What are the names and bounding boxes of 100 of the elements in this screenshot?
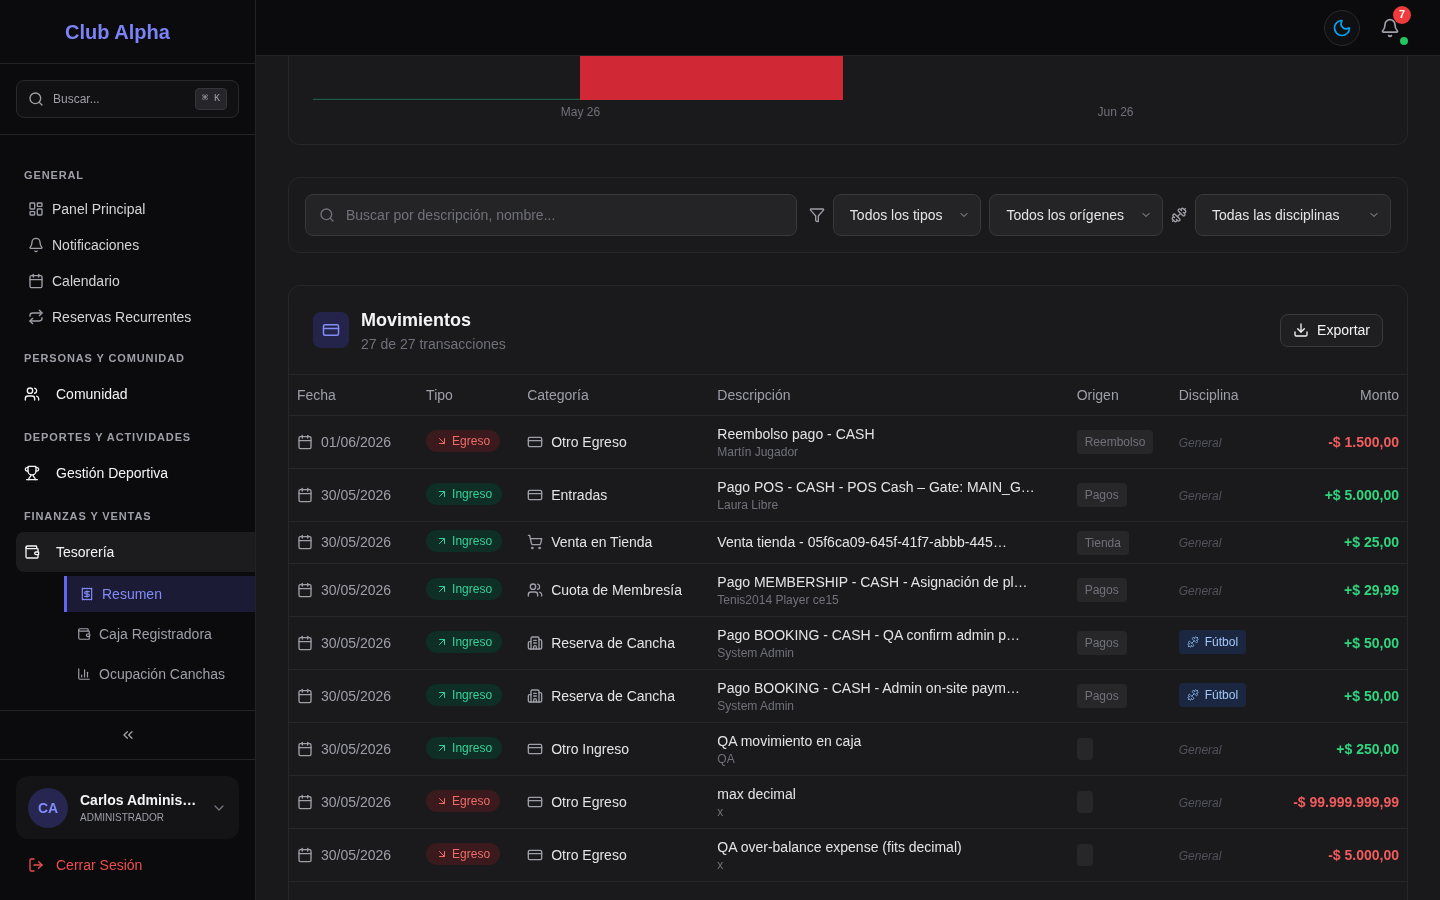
- date-text: 30/05/2026: [321, 792, 392, 812]
- type-label: Egreso: [452, 432, 491, 449]
- nav-section-heading: DEPORTES Y ACTIVIDADES: [23, 430, 193, 445]
- category-label: Reserva de Cancha: [551, 686, 675, 706]
- description-detail: System Admin: [717, 697, 795, 714]
- nav-group[interactable]: Comunidad: [16, 374, 255, 414]
- calendar-icon: [297, 634, 313, 651]
- nav-group[interactable]: Gestión Deportiva: [16, 453, 255, 493]
- nav-section-heading: GENERAL: [23, 168, 85, 183]
- discipline-label: Fútbol: [1204, 687, 1239, 703]
- discipline-text: General: [1178, 435, 1222, 450]
- description-detail: x: [717, 803, 724, 820]
- search-field[interactable]: Buscar por descripción, nombre...: [305, 194, 797, 236]
- column-header: Fecha: [297, 386, 336, 403]
- discipline-text: General: [1178, 742, 1222, 757]
- amount-text: +$ 29,99: [1344, 581, 1399, 598]
- nav-item[interactable]: Calendario: [16, 263, 239, 299]
- amount-text: +$ 50,00: [1344, 687, 1399, 704]
- notification-count: 7: [1393, 5, 1411, 24]
- category-label: Cuota de Membresía: [551, 580, 682, 600]
- amount-text: +$ 5.000,00: [1324, 486, 1399, 503]
- nav-section-heading: PERSONAS Y COMUNIDAD: [23, 351, 186, 366]
- theme-toggle-button[interactable]: [1324, 9, 1360, 46]
- dumbbell-icon: [1186, 636, 1199, 648]
- axis-label: Jun 26: [1097, 104, 1134, 120]
- discipline-text: General: [1178, 795, 1222, 810]
- nav-subitem[interactable]: Resumen: [64, 576, 255, 612]
- calendar-icon: [297, 740, 313, 757]
- origin-tag: Pagos: [1076, 684, 1127, 708]
- nav-group[interactable]: Tesorería: [16, 532, 255, 572]
- axis-label: May 26: [560, 104, 601, 120]
- user-menu[interactable]: CA Carlos Adminis… ADMINISTRADOR: [16, 776, 239, 839]
- type-label: Ingreso: [452, 686, 493, 703]
- category-label: Otro Egreso: [551, 845, 627, 865]
- origin-tag: Pagos: [1076, 578, 1127, 602]
- nav-item[interactable]: Notificaciones: [16, 227, 239, 263]
- description-text: Reembolso pago - CASH: [717, 424, 875, 444]
- dropdown-select[interactable]: Todos los tipos: [832, 194, 982, 236]
- download-icon: [1293, 322, 1310, 338]
- repeat-arrows-icon: [28, 309, 44, 325]
- description-detail: x: [717, 856, 724, 873]
- calendar-icon: [297, 486, 313, 503]
- amount-text: -$ 1.500,00: [1328, 433, 1399, 450]
- nav-subitem[interactable]: Caja Registradora: [64, 616, 255, 652]
- amount-text: +$ 25,00: [1344, 534, 1399, 550]
- date-text: 01/06/2026: [321, 432, 392, 452]
- amount-text: -$ 5.000,00: [1328, 846, 1399, 863]
- category-label: Otro Ingreso: [551, 739, 629, 759]
- column-header: Categoría: [527, 386, 589, 403]
- calendar-icon: [297, 793, 313, 810]
- description-text: Pago BOOKING - CASH - QA confirm admin p…: [717, 625, 1020, 645]
- calendar-icon: [297, 534, 313, 550]
- date-text: 30/05/2026: [321, 533, 392, 552]
- users-icon: [24, 386, 40, 402]
- export-button[interactable]: Exportar: [1280, 313, 1383, 347]
- description-text: QA over-balance expense (fits decimal): [717, 837, 962, 857]
- column-header: Descripción: [717, 386, 791, 403]
- description-text: max decimal: [717, 784, 796, 804]
- brand-title: Club Alpha: [65, 19, 170, 45]
- category-label: Otro Egreso: [551, 792, 627, 812]
- dropdown-select[interactable]: Todas las disciplinas: [1195, 194, 1391, 236]
- logout-button[interactable]: Cerrar Sesión: [16, 847, 155, 883]
- bell-icon: [28, 237, 44, 253]
- moon-icon: [1332, 17, 1352, 38]
- calendar-icon: [297, 846, 313, 863]
- building-icon: [527, 687, 544, 704]
- discipline-text: General: [1178, 583, 1222, 598]
- date-text: 30/05/2026: [321, 633, 392, 653]
- trophy-icon: [24, 465, 40, 481]
- type-label: Ingreso: [452, 633, 493, 650]
- card-subtitle: 27 de 27 transacciones: [361, 335, 506, 354]
- discipline-text: General: [1178, 488, 1222, 503]
- date-text: 30/05/2026: [321, 739, 392, 759]
- nav-section-heading: FINANZAS Y VENTAS: [23, 509, 153, 524]
- wallet-icon: [24, 544, 40, 560]
- date-text: 30/05/2026: [321, 580, 392, 600]
- discipline-label: Fútbol: [1204, 634, 1239, 650]
- column-header: Tipo: [426, 386, 453, 403]
- nav-subitem[interactable]: Ocupación Canchas: [64, 656, 255, 692]
- user-name: Carlos Adminis…: [80, 790, 198, 810]
- amount-text: -$ 99.999.999,99: [1293, 793, 1399, 810]
- grid-icon: [28, 201, 44, 217]
- notification-bell-icon[interactable]: [1380, 17, 1400, 38]
- category-label: Entradas: [551, 485, 608, 505]
- nav-item[interactable]: Reservas Recurrentes: [16, 299, 239, 335]
- shortcut-key: ⌘ K: [194, 88, 227, 110]
- dropdown-select[interactable]: Todos los orígenes: [989, 194, 1163, 236]
- origin-tag: Tienda: [1076, 530, 1129, 555]
- calendar-icon: [297, 687, 313, 704]
- origin-tag: Pagos: [1076, 483, 1127, 507]
- origin-tag: Reembolso: [1076, 430, 1154, 454]
- dumbbell-icon: [1186, 689, 1199, 701]
- date-text: 30/05/2026: [321, 485, 392, 505]
- description-detail: Martín Jugador: [717, 443, 799, 460]
- discipline-text: General: [1178, 536, 1222, 550]
- description-detail: Tenis2014 Player ce15: [717, 591, 839, 608]
- nav-item[interactable]: Panel Principal: [16, 191, 239, 227]
- column-header: Origen: [1076, 386, 1119, 403]
- origin-tag: Pagos: [1076, 631, 1127, 655]
- category-label: Venta en Tienda: [551, 533, 653, 552]
